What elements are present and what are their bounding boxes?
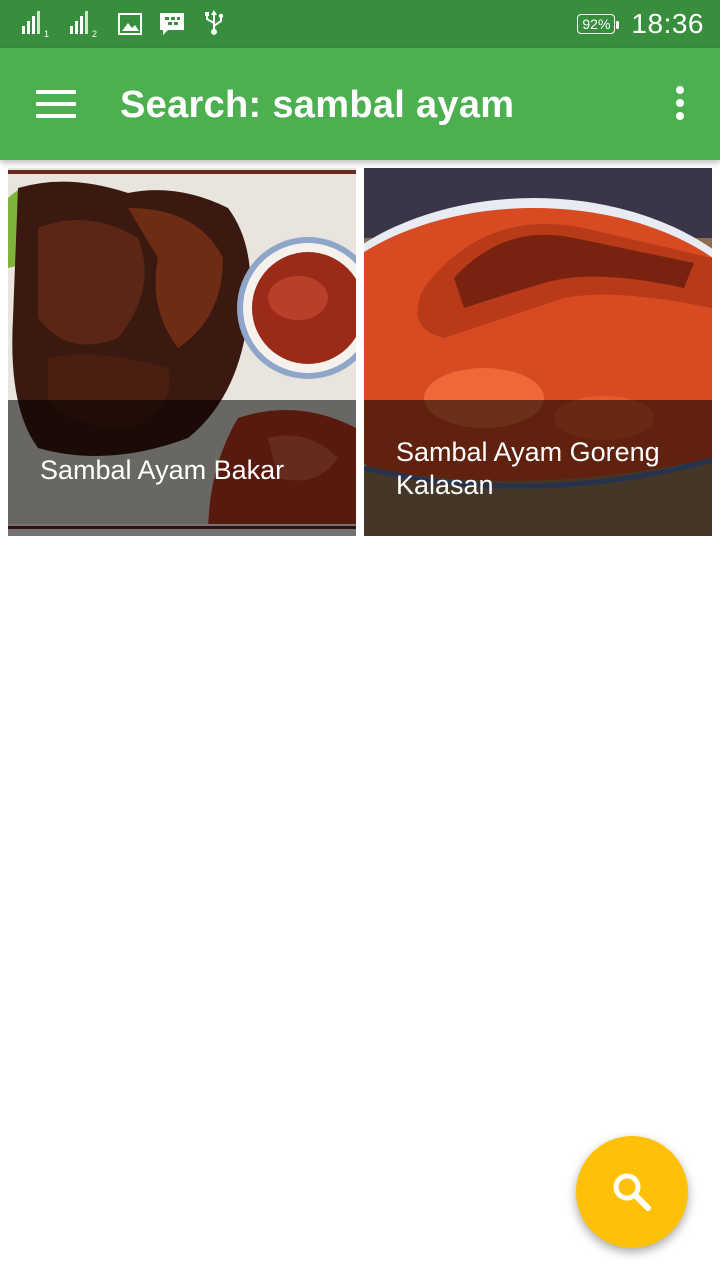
result-card-sambal-ayam-bakar[interactable]: Sambal Ayam Bakar: [8, 168, 356, 536]
hamburger-menu-icon[interactable]: [36, 90, 76, 120]
bbm-icon: [160, 13, 184, 35]
signal-sim1-icon: 1: [22, 11, 49, 38]
image-icon: [118, 13, 142, 35]
status-icons-left: 1 2: [22, 8, 226, 40]
app-bar: Search: sambal ayam: [0, 48, 720, 160]
usb-icon: [205, 10, 224, 35]
svg-text:2: 2: [92, 29, 97, 38]
result-title: Sambal Ayam Goreng Kalasan: [396, 437, 660, 500]
result-caption: Sambal Ayam Bakar: [8, 400, 356, 536]
search-icon: [613, 1173, 651, 1211]
page-title: Search: sambal ayam: [120, 84, 515, 126]
battery-indicator: 92%: [577, 14, 620, 34]
result-title: Sambal Ayam Bakar: [40, 455, 285, 485]
signal-sim2-icon: 2: [70, 11, 97, 38]
svg-text:1: 1: [44, 29, 49, 38]
result-caption: Sambal Ayam Goreng Kalasan: [364, 400, 712, 536]
more-vert-icon[interactable]: [670, 86, 690, 124]
status-icons-right: 92% 18:36: [577, 8, 704, 40]
results-grid: Sambal Ayam Bakar Sambal Ayam Goreng Kal…: [8, 168, 712, 536]
search-fab[interactable]: [576, 1136, 688, 1248]
status-bar: 1 2 92% 18:36: [0, 0, 720, 48]
result-card-sambal-ayam-goreng-kalasan[interactable]: Sambal Ayam Goreng Kalasan: [364, 168, 712, 536]
clock: 18:36: [631, 8, 704, 39]
